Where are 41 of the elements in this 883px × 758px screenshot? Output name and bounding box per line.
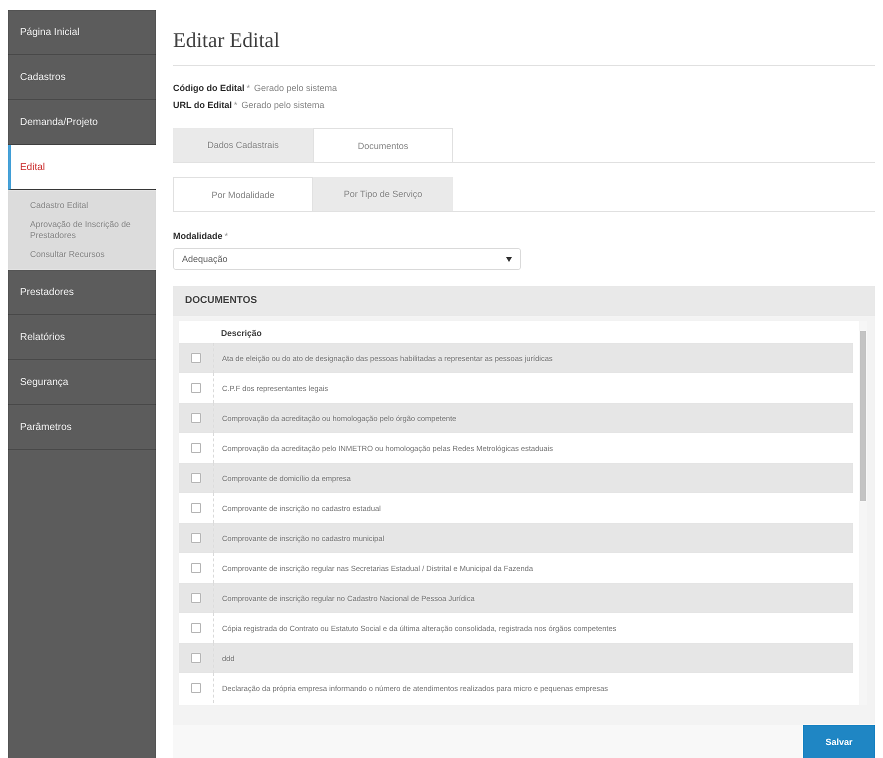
checkbox[interactable] <box>191 443 201 453</box>
field-label: URL do Edital <box>173 100 232 110</box>
checkbox[interactable] <box>191 563 201 573</box>
caret-icon <box>506 256 512 262</box>
checkbox[interactable] <box>191 473 201 483</box>
checkbox[interactable] <box>191 623 201 633</box>
sidebar-item[interactable]: Edital <box>8 145 156 190</box>
sidebar-item[interactable]: Página Inicial <box>8 10 156 55</box>
column-header: Descrição <box>221 328 262 338</box>
submenu-item[interactable]: Aprovação de Inscrição de Prestadores <box>26 215 156 246</box>
submenu-item[interactable]: Cadastro Edital <box>26 196 156 216</box>
save-button[interactable]: Salvar <box>803 725 875 758</box>
submenu-item[interactable]: Consultar Recursos <box>26 245 156 264</box>
checkbox[interactable] <box>191 653 201 663</box>
required-mark: * <box>246 83 250 93</box>
field-value: Gerado pelo sistema <box>254 83 338 93</box>
sidebar-item[interactable]: Relatórios <box>8 315 156 360</box>
required-mark: * <box>234 100 238 110</box>
field-value: Gerado pelo sistema <box>241 100 324 110</box>
sidebar-item[interactable]: Parâmetros <box>8 405 156 450</box>
sidebar-item[interactable]: Prestadores <box>8 270 156 316</box>
checkbox[interactable] <box>191 353 201 363</box>
checkbox[interactable] <box>191 383 201 393</box>
checkbox[interactable] <box>191 503 201 513</box>
tab[interactable]: Por Modalidade <box>173 177 313 211</box>
checkbox[interactable] <box>191 683 201 693</box>
sidebar-item[interactable]: Segurança <box>8 360 156 406</box>
tab[interactable]: Documentos <box>313 128 453 162</box>
page-title: Editar Edital <box>173 22 875 66</box>
sidebar-item[interactable]: Cadastros <box>8 55 156 100</box>
tab[interactable]: Dados Cadastrais <box>173 128 313 162</box>
field-label: Modalidade <box>173 231 223 241</box>
checkbox[interactable] <box>191 413 201 423</box>
sidebar-item[interactable]: Demanda/Projeto <box>8 100 156 145</box>
checkbox[interactable] <box>191 533 201 543</box>
tab[interactable]: Por Tipo de Serviço <box>313 177 453 211</box>
required-mark: * <box>224 231 228 241</box>
field-label: Código do Edital <box>173 83 244 93</box>
modalidade-select[interactable]: Adequação <box>173 248 521 270</box>
panel-header: DOCUMENTOS <box>173 286 875 316</box>
checkbox[interactable] <box>191 593 201 603</box>
